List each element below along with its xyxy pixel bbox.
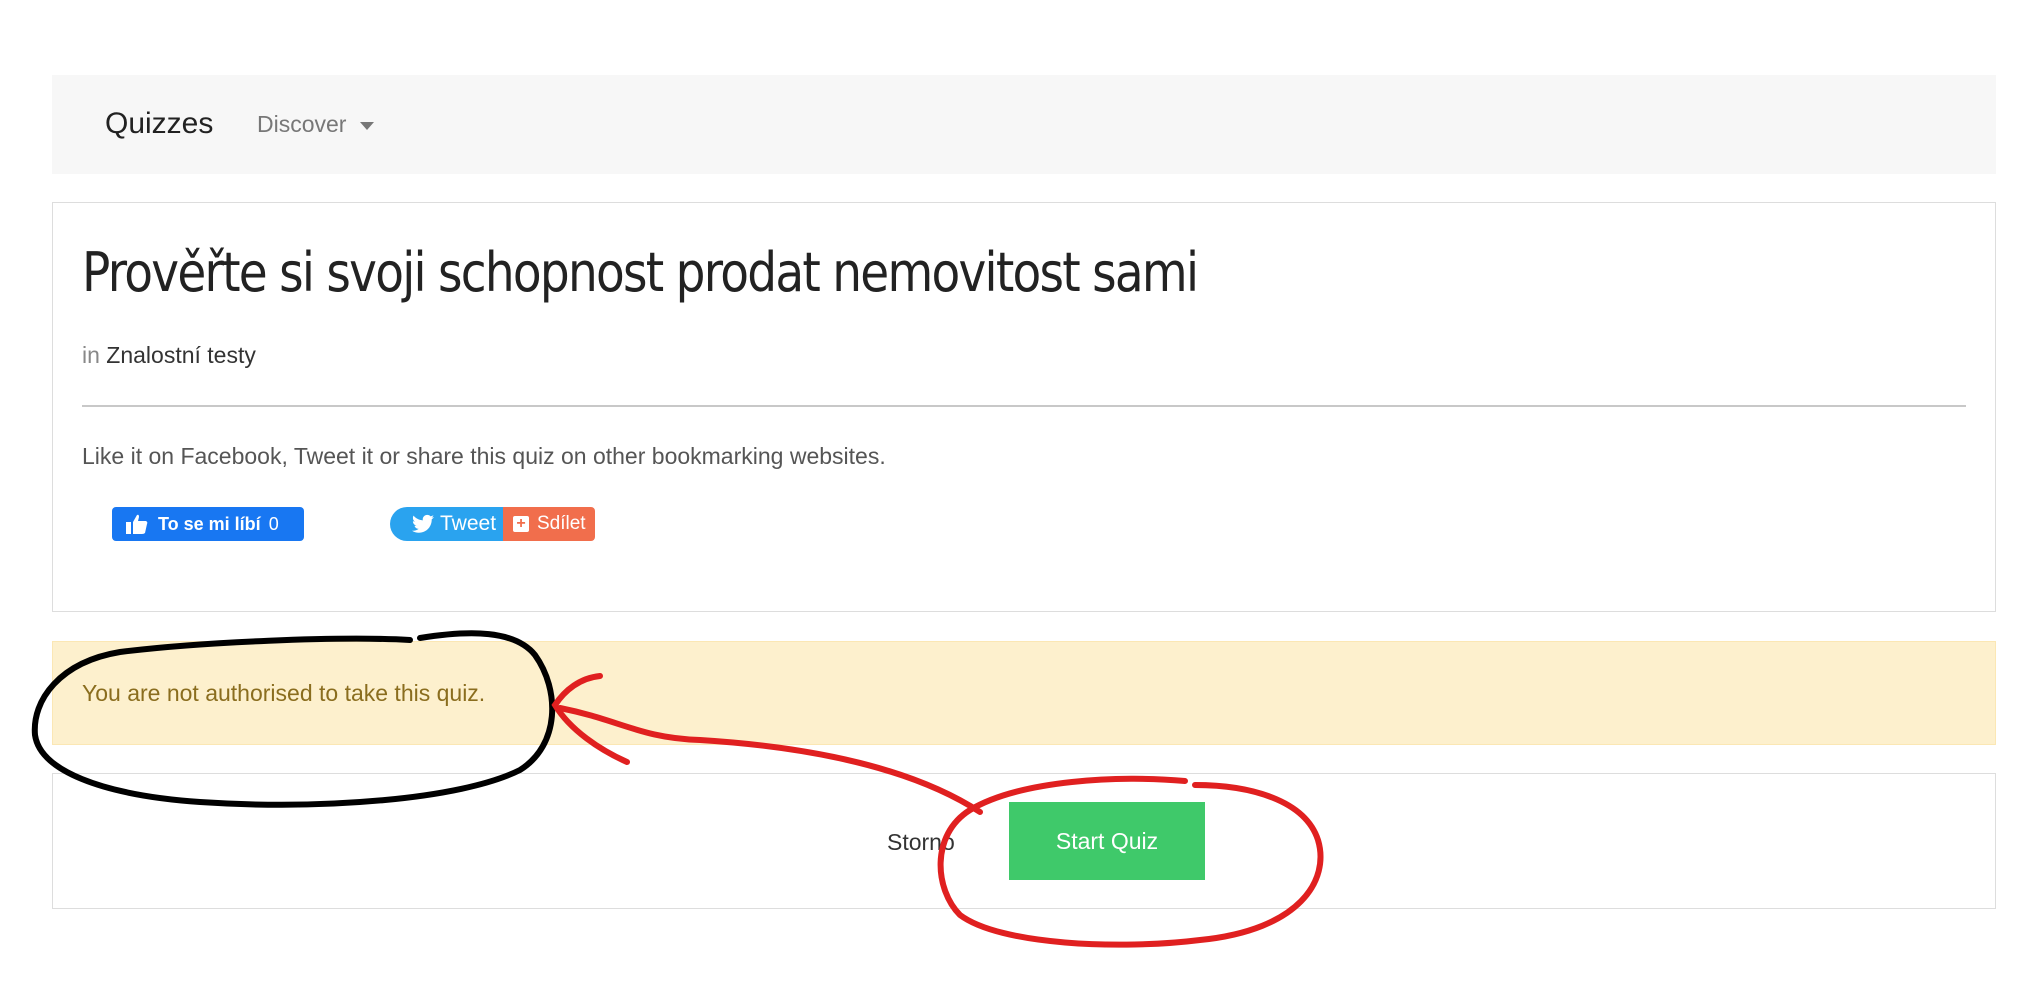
- navbar: Quizzes Discover: [52, 75, 1996, 174]
- share-text: Like it on Facebook, Tweet it or share t…: [82, 443, 886, 469]
- brand-link[interactable]: Quizzes: [105, 107, 213, 141]
- quiz-info-card: Prověřte si svoji schopnost prodat nemov…: [52, 202, 1996, 612]
- twitter-bird-icon: [412, 514, 434, 533]
- facebook-like-label: To se mi líbí: [158, 513, 261, 534]
- tweet-button[interactable]: Tweet: [390, 507, 508, 541]
- category-prefix: in: [82, 342, 100, 368]
- alert-message: You are not authorised to take this quiz…: [82, 680, 486, 706]
- category-link[interactable]: Znalostní testy: [106, 342, 256, 368]
- page-title: Prověřte si svoji schopnost prodat nemov…: [82, 241, 1199, 304]
- caret-down-icon: [360, 121, 375, 130]
- start-quiz-button[interactable]: Start Quiz: [1009, 802, 1205, 880]
- plus-icon: +: [513, 516, 529, 532]
- discover-label: Discover: [257, 111, 347, 137]
- quiz-category: in Znalostní testy: [82, 342, 256, 369]
- divider: [82, 405, 1966, 407]
- thumbs-up-icon: [126, 514, 148, 534]
- cancel-link[interactable]: Storno: [887, 829, 955, 856]
- facebook-like-button[interactable]: To se mi líbí 0: [112, 507, 304, 541]
- tweet-label: Tweet: [440, 512, 497, 535]
- quiz-actions-panel: Storno Start Quiz: [52, 773, 1996, 909]
- warning-alert: You are not authorised to take this quiz…: [52, 641, 1996, 745]
- share-button[interactable]: + Sdílet: [503, 507, 595, 541]
- discover-dropdown[interactable]: Discover: [257, 111, 375, 138]
- share-label: Sdílet: [537, 513, 586, 534]
- facebook-like-count: 0: [268, 513, 279, 534]
